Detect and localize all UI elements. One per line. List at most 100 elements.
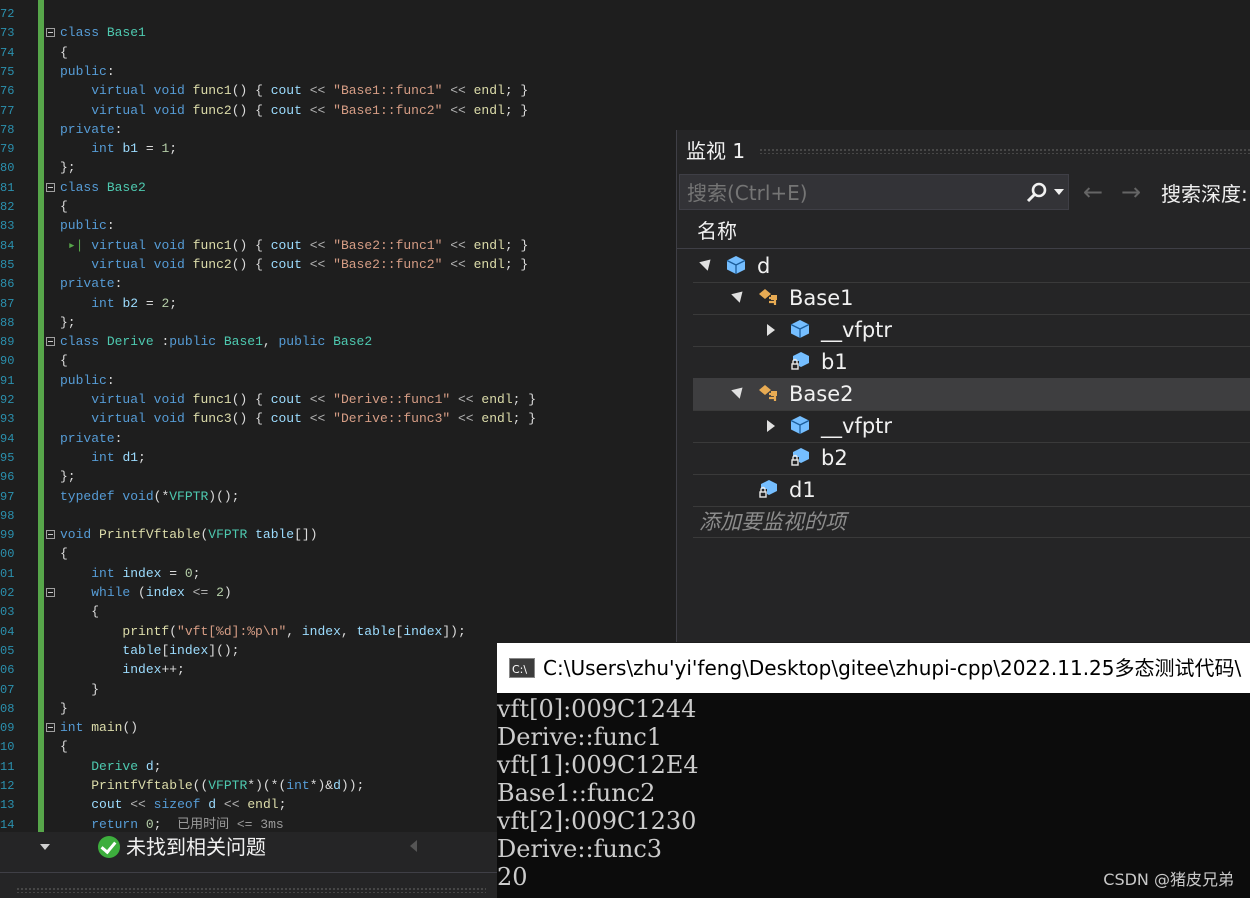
code-line[interactable]: 81 class Base2 <box>0 178 676 197</box>
watch-search-input[interactable] <box>685 179 1009 207</box>
zoom-dropdown-icon[interactable] <box>40 844 50 850</box>
code-line[interactable]: 85 virtual void func2() { cout << "Base2… <box>0 255 676 274</box>
watch-item-name: Base1 <box>789 286 854 310</box>
console-line: Derive::func1 <box>497 723 663 751</box>
expand-arrow-icon[interactable] <box>767 324 775 336</box>
watch-row-d[interactable]: d <box>693 250 1250 283</box>
code-line[interactable]: 02 while (index <= 2) <box>0 583 676 602</box>
line-number: 97 <box>0 489 15 504</box>
line-number: 79 <box>0 142 15 157</box>
code-line[interactable]: 95 int d1; <box>0 448 676 467</box>
watch-row-d1[interactable]: d1 <box>693 474 1250 507</box>
check-circle-icon <box>98 836 120 858</box>
watch-row-vfptr[interactable]: __vfptr <box>693 314 1250 347</box>
line-number: 98 <box>0 508 15 523</box>
code-line[interactable]: 99 void PrintfVftable(VFPTR table[]) <box>0 525 676 544</box>
line-number: 81 <box>0 180 15 195</box>
collapse-icon[interactable] <box>46 530 55 540</box>
line-number: 05 <box>0 643 15 658</box>
watch-row-b2[interactable]: b2 <box>693 442 1250 475</box>
line-number: 85 <box>0 257 15 272</box>
code-line[interactable]: 72 <box>0 4 676 23</box>
code-line[interactable]: 88}; <box>0 313 676 332</box>
watch-item-name: Base2 <box>789 382 854 406</box>
code-line[interactable]: 04 printf("vft[%d]:%p\n", index, table[i… <box>0 622 676 641</box>
watch-search-box[interactable] <box>679 174 1069 210</box>
code-line[interactable]: 77 virtual void func2() { cout << "Base1… <box>0 101 676 120</box>
console-line: vft[1]:009C12E4 <box>497 751 699 779</box>
collapse-icon[interactable] <box>46 588 55 597</box>
watch-row-vfptr[interactable]: __vfptr <box>693 410 1250 443</box>
search-icon[interactable] <box>1025 181 1049 205</box>
code-line[interactable]: 80}; <box>0 158 676 177</box>
code-text: class Base2 <box>60 179 146 195</box>
expand-arrow-icon[interactable] <box>767 420 775 432</box>
code-line[interactable]: 93 virtual void func3() { cout << "Deriv… <box>0 409 676 428</box>
watch-title-bar[interactable]: 监视 1 <box>677 130 1250 172</box>
code-line[interactable]: 82 { <box>0 197 676 216</box>
search-forward-icon[interactable]: → <box>1121 178 1141 206</box>
line-number: 02 <box>0 586 15 600</box>
code-line[interactable]: 84 ▸| virtual void func1() { cout << "Ba… <box>0 236 676 255</box>
collapse-icon[interactable] <box>46 28 55 38</box>
line-number: 12 <box>0 779 15 793</box>
code-line[interactable]: 94 private: <box>0 429 676 448</box>
code-line[interactable]: 01 int index = 0; <box>0 564 676 583</box>
code-line[interactable]: 96}; <box>0 467 676 486</box>
code-text: public: <box>60 63 115 79</box>
code-text: int index = 0; <box>91 565 201 581</box>
collapse-arrow-icon[interactable] <box>731 287 747 303</box>
search-dropdown-icon[interactable] <box>1054 189 1064 195</box>
line-number: 90 <box>0 354 15 369</box>
code-text: cout << sizeof d << endl; <box>91 797 287 813</box>
line-number: 73 <box>0 26 15 41</box>
name-column-header[interactable]: 名称 <box>677 214 1250 249</box>
code-text: while (index <= 2) <box>91 585 232 600</box>
code-text: { <box>60 604 100 620</box>
line-number: 93 <box>0 412 15 427</box>
code-text: }; <box>60 469 76 485</box>
console-title-bar[interactable]: C:\ C:\Users\zhu'yi'feng\Desktop\gitee\z… <box>497 643 1250 693</box>
code-line[interactable]: 89 class Derive :public Base1, public Bas… <box>0 332 676 351</box>
code-text: { <box>60 546 68 562</box>
line-number: 77 <box>0 103 15 118</box>
collapse-icon[interactable] <box>46 723 55 733</box>
watch-row-Base1[interactable]: Base1 <box>693 282 1250 315</box>
code-line[interactable]: 86 private: <box>0 274 676 293</box>
collapse-icon[interactable] <box>46 182 55 192</box>
search-depth-label: 搜索深度: <box>1161 182 1248 206</box>
code-line[interactable]: 76 virtual void func1() { cout << "Base1… <box>0 81 676 100</box>
collapse-arrow-icon[interactable] <box>731 383 747 399</box>
code-line[interactable]: 03 { <box>0 602 676 621</box>
code-line[interactable]: 91 public: <box>0 371 676 390</box>
line-number: 92 <box>0 393 15 407</box>
code-line[interactable]: 79 int b1 = 1; <box>0 139 676 158</box>
collapse-icon[interactable] <box>46 337 55 347</box>
code-text: PrintfVftable((VFPTR*)(*(int*)&d)); <box>91 778 365 793</box>
collapse-arrow-icon[interactable] <box>699 255 715 271</box>
code-line[interactable]: 90 { <box>0 351 676 370</box>
watch-row-b1[interactable]: b1 <box>693 346 1250 379</box>
code-line[interactable]: 75 public: <box>0 62 676 81</box>
code-line[interactable]: 98 <box>0 506 676 525</box>
private-field-icon <box>789 350 811 372</box>
code-line[interactable]: 97 typedef void(*VFPTR)(); <box>0 487 676 506</box>
code-line[interactable]: 87 int b2 = 2; <box>0 294 676 313</box>
code-line[interactable]: 78 private: <box>0 120 676 139</box>
code-line[interactable]: 74 { <box>0 43 676 62</box>
line-number: 86 <box>0 277 15 292</box>
issues-status-text[interactable]: 未找到相关问题 <box>126 833 266 861</box>
search-back-icon[interactable]: ← <box>1083 178 1103 206</box>
console-app-icon: C:\ <box>509 658 535 678</box>
code-line[interactable]: 73 class Base1 <box>0 23 676 42</box>
code-line[interactable]: 92 virtual void func1() { cout << "Deriv… <box>0 390 676 409</box>
code-text: class Base1 <box>60 25 146 41</box>
line-number: 00 <box>0 547 15 562</box>
scroll-left-icon[interactable] <box>410 840 417 852</box>
watch-row-Base2[interactable]: Base2 <box>693 378 1250 411</box>
add-watch-item[interactable]: 添加要监视的项 <box>693 506 1250 538</box>
watch-item-name: b2 <box>821 446 848 470</box>
code-text: }; <box>60 314 76 330</box>
code-line[interactable]: 00 { <box>0 544 676 563</box>
code-line[interactable]: 83 public: <box>0 216 676 235</box>
